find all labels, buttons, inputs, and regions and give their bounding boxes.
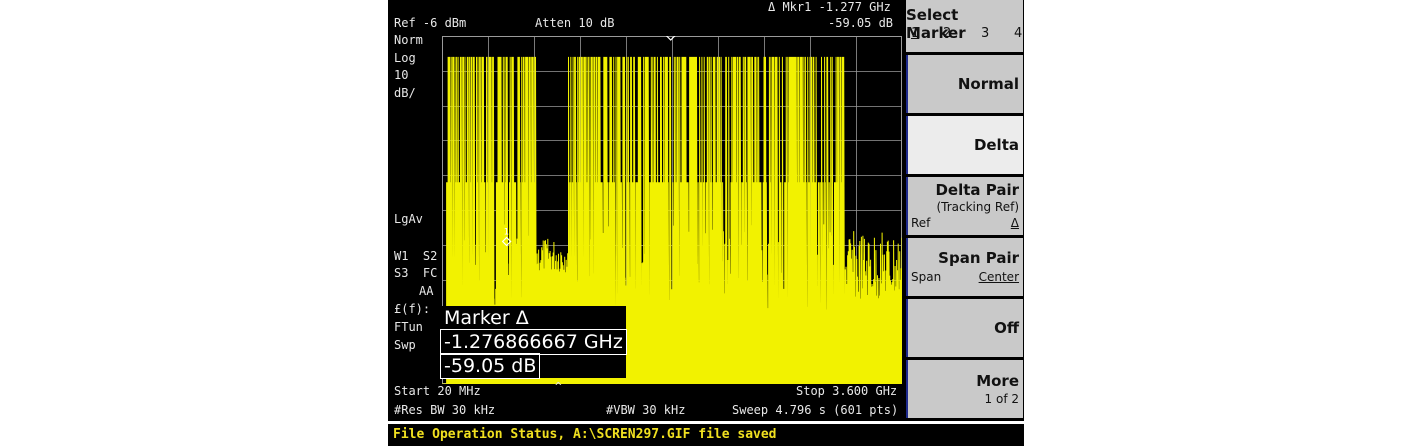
norm-label: Norm [394,33,423,47]
delta-pair-delta-icon: Δ [1010,216,1019,230]
res-bw: #Res BW 30 kHz [394,403,496,417]
span-pair-label: Span Pair [938,249,1019,267]
marker-option-4[interactable]: 4 [1014,26,1022,41]
marker-box-title: Marker Δ [444,307,529,329]
marker-option-3[interactable]: 3 [981,26,989,41]
select-marker-label: Select Marker [906,6,966,42]
select-marker-softkey[interactable]: Select Marker 1 2 3 4 [906,0,1023,52]
sweep-time: Sweep 4.796 s (601 pts) [732,403,899,417]
attenuation: Atten 10 dB [535,16,615,30]
ref-level: Ref -6 dBm [394,16,467,30]
delta-marker-label: 1 [504,227,509,237]
more-label: More [976,372,1019,390]
scale-value: 10 [394,68,409,82]
span-pair-softkey[interactable]: Span Pair Span Center [906,238,1023,296]
softkey-panel: Select Marker 1 2 3 4 Normal Delta Delta… [903,0,1024,421]
start-frequency: Start 20 MHz [394,384,481,398]
normal-softkey[interactable]: Normal [906,55,1023,113]
status-bar: File Operation Status, A:\SCREN297.GIF f… [388,424,1024,446]
marker-box-amplitude: -59.05 dB [439,353,541,379]
more-page: 1 of 2 [984,392,1019,406]
stop-frequency: Stop 3.600 GHz [796,384,898,398]
off-label: Off [994,319,1019,337]
normal-label: Normal [957,75,1019,93]
delta-pair-ref: Ref [911,216,931,230]
vbw: #VBW 30 kHz [606,403,686,417]
span-pair-span: Span [911,270,942,284]
delta-pair-softkey[interactable]: Delta Pair (Tracking Ref) Ref Δ [906,177,1023,235]
trace-status-1: W1 S2 [394,249,438,263]
ftun-label: FTun [394,320,423,334]
marker-option-1[interactable]: 1 [911,26,919,41]
span-pair-center: Center [978,270,1019,284]
coupling-label: AA [419,284,434,298]
swp-label: Swp [394,338,416,352]
log-label: Log [394,51,416,65]
scale-unit: dB/ [394,86,416,100]
marker-caret-icon: ^ [555,380,562,393]
delta-pair-label: Delta Pair [935,181,1019,199]
off-softkey[interactable]: Off [906,299,1023,357]
marker-box-frequency: -1.276866667 GHz [440,329,627,355]
more-softkey[interactable]: More 1 of 2 [906,360,1023,418]
marker-option-2[interactable]: 2 [943,26,951,41]
function-label: £(f): [394,302,431,316]
delta-softkey[interactable]: Delta [906,116,1023,174]
marker-readout-value: -59.05 dB [828,16,894,30]
trace-status-2: S3 FC [394,266,438,280]
delta-pair-sub: (Tracking Ref) [936,200,1019,214]
delta-label: Delta [973,136,1019,154]
marker-readout-label: Δ Mkr1 -1.277 GHz [768,0,891,14]
marker-info-box: Marker Δ -1.276866667 GHz -59.05 dB [439,306,627,379]
averaging-label: LgAv [394,212,423,226]
